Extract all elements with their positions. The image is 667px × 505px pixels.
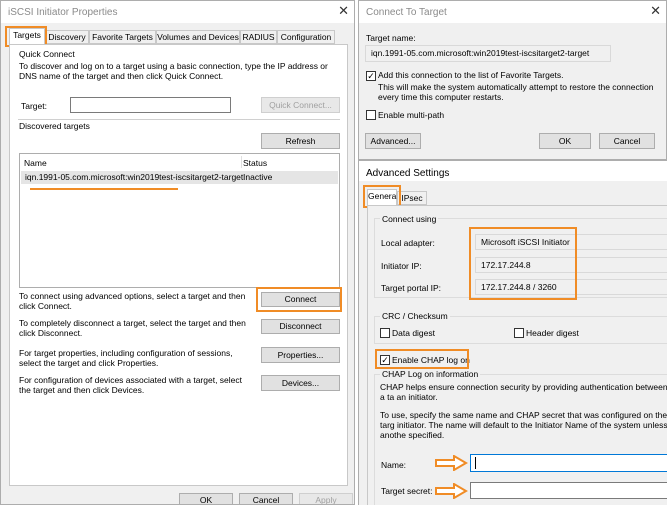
quick-connect-description: To discover and log on to a target using…: [19, 61, 328, 81]
disconnect-description: To completely disconnect a target, selec…: [19, 318, 246, 338]
data-digest-label: Data digest: [392, 328, 435, 338]
quick-connect-button[interactable]: Quick Connect...: [261, 97, 340, 113]
tab-favorite-targets[interactable]: Favorite Targets: [89, 30, 156, 44]
header-digest-label: Header digest: [526, 328, 579, 338]
enable-chap-highlight: [375, 349, 469, 369]
quick-connect-label: Quick Connect: [19, 49, 75, 59]
devices-description: For configuration of devices associated …: [19, 375, 243, 395]
close-icon[interactable]: ✕: [338, 4, 349, 18]
target-status-cell: Inactive: [243, 172, 273, 182]
multipath-label: Enable multi-path: [378, 110, 445, 120]
crc-checksum-label: CRC / Checksum: [380, 311, 450, 321]
column-header-status[interactable]: Status: [243, 158, 267, 168]
cancel-button[interactable]: Cancel: [599, 133, 655, 149]
title-bar: Connect To Target ✕: [359, 1, 666, 23]
devices-button[interactable]: Devices...: [261, 375, 340, 391]
connect-to-target-window: Connect To Target ✕ Target name: iqn.199…: [358, 0, 667, 160]
title-bar: iSCSI Initiator Properties ✕: [1, 1, 354, 23]
ok-button[interactable]: OK: [179, 493, 233, 504]
tab-radius[interactable]: RADIUS: [240, 30, 277, 44]
target-name-label: Target name:: [366, 33, 416, 43]
initiator-ip-label: Initiator IP:: [381, 261, 422, 271]
ok-button[interactable]: OK: [539, 133, 591, 149]
tab-volumes-and-devices[interactable]: Volumes and Devices: [156, 30, 240, 44]
target-portal-ip-label: Target portal IP:: [381, 283, 442, 293]
tab-configuration[interactable]: Configuration: [277, 30, 335, 44]
window-title: Advanced Settings: [366, 168, 450, 179]
cancel-button[interactable]: Cancel: [239, 493, 293, 504]
column-divider: [241, 156, 242, 168]
chap-logon-label: CHAP Log on information: [380, 369, 481, 379]
targets-panel: Quick Connect To discover and log on to …: [9, 44, 348, 486]
tab-discovery[interactable]: Discovery: [45, 30, 89, 44]
connect-using-label: Connect using: [380, 214, 439, 224]
connect-using-highlight: [469, 227, 577, 300]
chap-usage-text: To use, specify the same name and CHAP s…: [380, 410, 667, 440]
discovered-targets-list[interactable]: Name Status iqn.1991-05.com.microsoft:wi…: [19, 153, 340, 288]
window-title: Connect To Target: [366, 7, 447, 18]
apply-button[interactable]: Apply: [299, 493, 353, 504]
properties-button[interactable]: Properties...: [261, 347, 340, 363]
tab-ipsec[interactable]: IPsec: [397, 191, 427, 205]
favorite-targets-note: This will make the system automatically …: [378, 82, 654, 102]
chap-name-input[interactable]: [470, 454, 667, 472]
target-label: Target:: [21, 101, 47, 111]
target-input[interactable]: [70, 97, 231, 113]
data-digest-checkbox[interactable]: [380, 328, 390, 338]
refresh-button[interactable]: Refresh: [261, 133, 340, 149]
favorite-targets-checkbox[interactable]: ✓: [366, 71, 376, 81]
favorite-targets-label: Add this connection to the list of Favor…: [378, 70, 564, 80]
header-digest-checkbox[interactable]: [514, 328, 524, 338]
properties-description: For target properties, including configu…: [19, 348, 233, 368]
target-name-field: iqn.1991-05.com.microsoft:win2019test-is…: [365, 45, 611, 62]
local-adapter-label: Local adapter:: [381, 238, 435, 248]
multipath-checkbox[interactable]: [366, 110, 376, 120]
advanced-button[interactable]: Advanced...: [365, 133, 421, 149]
target-secret-label: Target secret:: [381, 486, 433, 496]
connect-button-highlight: [256, 287, 342, 312]
close-icon[interactable]: ✕: [650, 4, 661, 18]
arrow-right-icon: [435, 455, 468, 471]
chap-name-label: Name:: [381, 460, 407, 470]
chap-help-text: CHAP helps ensure connection security by…: [380, 382, 667, 402]
column-header-name[interactable]: Name: [24, 158, 47, 168]
target-name-underline: [30, 188, 178, 190]
disconnect-button[interactable]: Disconnect: [261, 319, 340, 334]
target-name-cell: iqn.1991-05.com.microsoft:win2019test-is…: [25, 172, 244, 182]
divider: [18, 119, 340, 120]
arrow-right-icon: [435, 483, 468, 499]
text-cursor: [475, 457, 476, 469]
window-title: iSCSI Initiator Properties: [8, 7, 118, 18]
table-row[interactable]: iqn.1991-05.com.microsoft:win2019test-is…: [21, 171, 338, 184]
iscsi-initiator-properties-window: iSCSI Initiator Properties ✕ Targets Dis…: [0, 0, 355, 505]
title-bar: Advanced Settings: [359, 161, 667, 181]
target-secret-input[interactable]: [470, 482, 667, 499]
connect-description: To connect using advanced options, selec…: [19, 291, 246, 311]
general-panel: Connect using Local adapter: Microsoft i…: [367, 205, 667, 505]
advanced-settings-window: Advanced Settings General IPsec Connect …: [358, 160, 667, 505]
discovered-targets-label: Discovered targets: [19, 121, 90, 131]
